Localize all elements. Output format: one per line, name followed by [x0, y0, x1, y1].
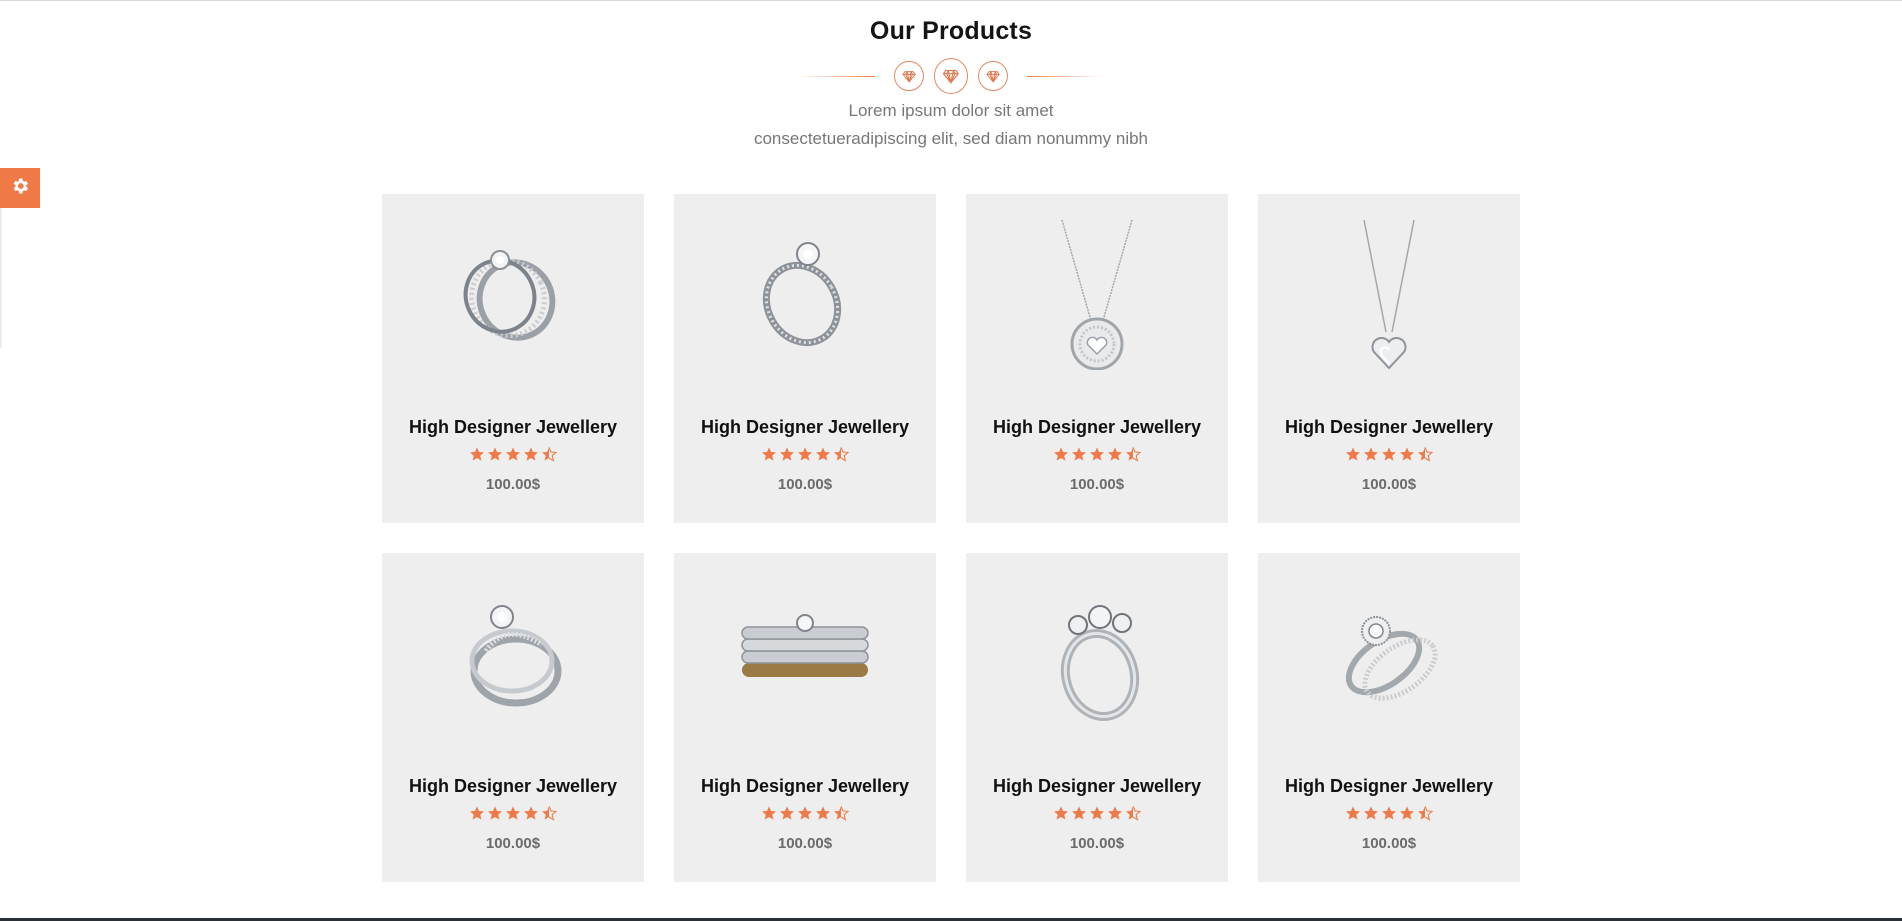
diamond-icon: [978, 61, 1008, 91]
product-rating: [1258, 446, 1520, 462]
product-rating: [966, 805, 1228, 821]
star-icon: [798, 806, 812, 820]
product-image[interactable]: [1022, 219, 1172, 371]
product-card[interactable]: High Designer Jewellery 100.00$: [1258, 194, 1520, 523]
star-icon: [798, 447, 812, 461]
star-icon: [488, 447, 502, 461]
title-divider: [798, 56, 1104, 96]
star-icon: [506, 447, 520, 461]
star-icon: [1382, 806, 1396, 820]
section-subtitle: Lorem ipsum dolor sit amet consectetuera…: [0, 97, 1902, 153]
star-icon: [1346, 447, 1360, 461]
star-icon: [1400, 806, 1414, 820]
product-card[interactable]: High Designer Jewellery 100.00$: [966, 553, 1228, 882]
product-image[interactable]: [1314, 579, 1464, 729]
star-icon: [1364, 447, 1378, 461]
product-name[interactable]: High Designer Jewellery: [966, 775, 1228, 797]
product-name[interactable]: High Designer Jewellery: [674, 416, 936, 438]
divider-line-left: [798, 75, 876, 77]
star-half-icon: [1126, 806, 1141, 821]
product-price: 100.00$: [485, 476, 541, 493]
star-half-icon: [1418, 447, 1433, 462]
star-icon: [1090, 806, 1104, 820]
star-icon: [1090, 447, 1104, 461]
product-card[interactable]: High Designer Jewellery 100.00$: [382, 553, 644, 882]
product-price: 100.00$: [485, 835, 541, 852]
subtitle-line: Lorem ipsum dolor sit amet: [848, 101, 1054, 120]
top-border: [0, 0, 1902, 1]
product-price: 100.00$: [1069, 835, 1125, 852]
star-icon: [1108, 806, 1122, 820]
product-price: 100.00$: [777, 476, 833, 493]
gear-icon: [10, 176, 30, 201]
product-image[interactable]: [730, 579, 880, 729]
product-card[interactable]: High Designer Jewellery 100.00$: [382, 194, 644, 523]
product-image[interactable]: [730, 220, 880, 370]
product-card[interactable]: High Designer Jewellery 100.00$: [1258, 553, 1520, 882]
star-half-icon: [542, 447, 557, 462]
star-icon: [1364, 806, 1378, 820]
star-icon: [762, 447, 776, 461]
star-icon: [780, 806, 794, 820]
product-name[interactable]: High Designer Jewellery: [1258, 775, 1520, 797]
star-icon: [1108, 447, 1122, 461]
star-half-icon: [1418, 806, 1433, 821]
section-header: Our Products: [0, 14, 1902, 48]
star-icon: [816, 806, 830, 820]
product-image[interactable]: [1022, 579, 1172, 729]
star-icon: [1072, 806, 1086, 820]
product-image[interactable]: [438, 579, 588, 729]
star-icon: [1382, 447, 1396, 461]
product-name[interactable]: High Designer Jewellery: [674, 775, 936, 797]
product-name[interactable]: High Designer Jewellery: [1258, 416, 1520, 438]
star-half-icon: [542, 806, 557, 821]
settings-toggle-button[interactable]: [0, 168, 40, 208]
star-half-icon: [834, 447, 849, 462]
star-icon: [816, 447, 830, 461]
product-card[interactable]: High Designer Jewellery 100.00$: [674, 194, 936, 523]
product-name[interactable]: High Designer Jewellery: [382, 416, 644, 438]
product-price: 100.00$: [1361, 476, 1417, 493]
product-rating: [674, 446, 936, 462]
product-rating: [382, 805, 644, 821]
product-image[interactable]: [1314, 219, 1464, 370]
diamond-icon: [933, 58, 969, 94]
star-icon: [506, 806, 520, 820]
side-panel-edge: [0, 208, 2, 348]
star-icon: [762, 806, 776, 820]
product-price: 100.00$: [1069, 476, 1125, 493]
star-icon: [1346, 806, 1360, 820]
star-icon: [1400, 447, 1414, 461]
product-card[interactable]: High Designer Jewellery 100.00$: [966, 194, 1228, 523]
star-icon: [524, 447, 538, 461]
product-rating: [1258, 805, 1520, 821]
product-image[interactable]: [438, 220, 588, 370]
star-half-icon: [1126, 447, 1141, 462]
star-icon: [1072, 447, 1086, 461]
star-icon: [470, 806, 484, 820]
star-icon: [524, 806, 538, 820]
product-rating: [674, 805, 936, 821]
diamond-icon: [894, 61, 924, 91]
product-card[interactable]: High Designer Jewellery 100.00$: [674, 553, 936, 882]
subtitle-line: consectetueradipiscing elit, sed diam no…: [753, 129, 1149, 148]
star-icon: [1054, 447, 1068, 461]
star-icon: [780, 447, 794, 461]
star-icon: [470, 447, 484, 461]
product-price: 100.00$: [1361, 835, 1417, 852]
star-half-icon: [834, 806, 849, 821]
section-title: Our Products: [869, 17, 1033, 45]
product-price: 100.00$: [777, 835, 833, 852]
product-name[interactable]: High Designer Jewellery: [966, 416, 1228, 438]
star-icon: [488, 806, 502, 820]
product-name[interactable]: High Designer Jewellery: [382, 775, 644, 797]
divider-line-right: [1026, 75, 1104, 77]
star-icon: [1054, 806, 1068, 820]
product-rating: [966, 446, 1228, 462]
product-rating: [382, 446, 644, 462]
